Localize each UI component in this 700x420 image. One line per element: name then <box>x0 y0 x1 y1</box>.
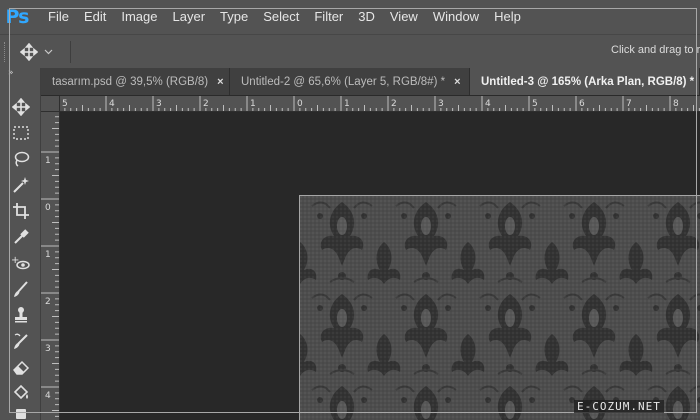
marquee-tool-icon[interactable] <box>8 122 34 144</box>
ruler-label: 3 <box>156 99 162 109</box>
options-divider <box>70 41 71 63</box>
crop-tool-icon[interactable] <box>8 200 34 222</box>
horizontal-ruler[interactable]: 5 4 3 2 1 0 1 2 3 4 5 6 7 8 <box>41 96 700 112</box>
ruler-label: 7 <box>626 99 632 109</box>
tab-title: Untitled-3 @ 165% (Arka Plan, RGB/8) * <box>481 75 695 88</box>
tab-title: tasarım.psd @ 39,5% (RGB/8) <box>52 75 209 88</box>
ruler-label: 3 <box>438 99 444 109</box>
ruler-label: 8 <box>673 99 679 109</box>
ruler-label: 1 <box>45 156 51 166</box>
chevron-down-icon <box>44 49 53 55</box>
svg-text:+: + <box>11 255 19 266</box>
menu-window[interactable]: Window <box>427 0 488 34</box>
ruler-label: 2 <box>391 99 397 109</box>
ruler-label: 6 <box>579 99 585 109</box>
horizontal-ruler-ticks: 5 4 3 2 1 0 1 2 3 4 5 6 7 8 <box>58 96 700 111</box>
menu-select[interactable]: Select <box>257 0 308 34</box>
ruler-label: 4 <box>109 99 115 109</box>
menu-bar: Ps File Edit Image Layer Type Select Fil… <box>0 0 700 34</box>
damask-pattern-image <box>300 196 700 420</box>
menu-help[interactable]: Help <box>488 0 530 34</box>
ruler-label: 0 <box>45 203 51 213</box>
move-tool-icon[interactable] <box>8 96 34 118</box>
options-bar-grip[interactable] <box>4 42 10 62</box>
menu-edit[interactable]: Edit <box>78 0 115 34</box>
menu-image[interactable]: Image <box>115 0 166 34</box>
menu-view[interactable]: View <box>384 0 427 34</box>
tools-panel: » + <box>0 68 41 420</box>
paint-bucket-tool-icon[interactable] <box>8 382 34 404</box>
ruler-label: 1 <box>344 99 350 109</box>
ruler-label: 5 <box>62 99 68 109</box>
ruler-label: 1 <box>250 99 256 109</box>
tab-tasarim[interactable]: tasarım.psd @ 39,5% (RGB/8) × <box>41 68 230 95</box>
ruler-label: 4 <box>485 99 491 109</box>
lasso-tool-icon[interactable] <box>8 148 34 170</box>
menu-filter[interactable]: Filter <box>308 0 352 34</box>
ruler-label: 1 <box>45 250 51 260</box>
collapse-toolbar-icon[interactable]: » <box>8 68 14 78</box>
vertical-ruler-ticks: 1 0 1 2 3 4 <box>41 116 59 417</box>
history-brush-tool-icon[interactable] <box>8 330 34 352</box>
menu-type[interactable]: Type <box>214 0 257 34</box>
options-bar: Click and drag to re <box>0 34 700 69</box>
tool-preset-picker[interactable] <box>20 41 64 63</box>
tab-untitled-2[interactable]: Untitled-2 @ 65,6% (Layer 5, RGB/8#) * × <box>230 68 470 95</box>
tool-more-icon[interactable] <box>8 406 34 420</box>
document-tab-bar: tasarım.psd @ 39,5% (RGB/8) × Untitled-2… <box>41 68 700 96</box>
close-icon[interactable]: × <box>454 76 460 88</box>
canvas-workspace[interactable] <box>60 112 700 420</box>
vertical-ruler[interactable]: 1 0 1 2 3 4 <box>41 112 60 420</box>
ruler-label: 0 <box>297 99 303 109</box>
ruler-label: 4 <box>45 391 51 401</box>
magic-wand-tool-icon[interactable] <box>8 174 34 196</box>
move-icon <box>20 43 38 61</box>
brush-tool-icon[interactable] <box>8 278 34 300</box>
eyedropper-tool-icon[interactable] <box>8 226 34 248</box>
document-canvas[interactable] <box>299 195 700 420</box>
ruler-origin[interactable] <box>41 96 60 112</box>
menu-3d[interactable]: 3D <box>352 0 384 34</box>
stamp-tool-icon[interactable] <box>8 304 34 326</box>
eraser-tool-icon[interactable] <box>8 356 34 378</box>
tab-untitled-3[interactable]: Untitled-3 @ 165% (Arka Plan, RGB/8) * × <box>470 68 700 95</box>
ruler-label: 2 <box>203 99 209 109</box>
tab-title: Untitled-2 @ 65,6% (Layer 5, RGB/8#) * <box>241 75 446 88</box>
ruler-label: 3 <box>45 344 51 354</box>
close-icon[interactable]: × <box>217 76 223 88</box>
red-eye-tool-icon[interactable]: + <box>8 252 34 274</box>
ruler-label: 5 <box>532 99 538 109</box>
options-hint-text: Click and drag to re <box>611 44 700 56</box>
ruler-label: 2 <box>45 297 51 307</box>
photoshop-logo: Ps <box>5 6 30 28</box>
menu-layer[interactable]: Layer <box>167 0 215 34</box>
watermark-text: E-COZUM.NET <box>574 400 664 413</box>
menu-file[interactable]: File <box>42 0 78 34</box>
